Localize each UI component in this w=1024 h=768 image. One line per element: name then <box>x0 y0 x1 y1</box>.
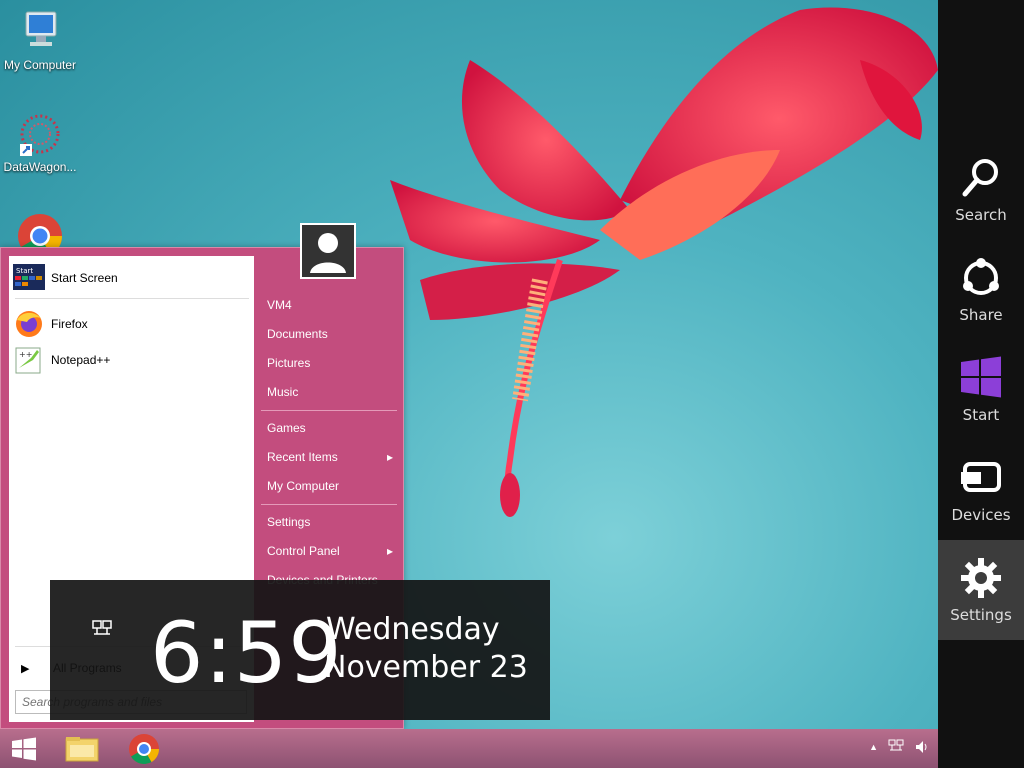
search-icon <box>959 156 1003 200</box>
places-item-label: Games <box>267 421 306 435</box>
firefox-icon <box>13 310 45 338</box>
pinned-item-label: Firefox <box>51 317 88 331</box>
places-item-label: Pictures <box>267 356 311 370</box>
pinned-item-notepad-plus-plus[interactable]: ++ Notepad++ <box>13 344 249 376</box>
pinned-item-start-screen[interactable]: Start Start Screen <box>13 262 249 294</box>
charm-start[interactable]: Start <box>938 340 1024 440</box>
charm-label: Search <box>955 206 1007 224</box>
windows-logo-icon <box>959 356 1003 400</box>
submenu-arrow-icon: ▸ <box>386 450 393 464</box>
charm-label: Share <box>959 306 1003 324</box>
charm-label: Start <box>962 406 1000 424</box>
show-hidden-icons-icon[interactable]: ▲ <box>869 742 878 752</box>
pinned-item-label: Notepad++ <box>51 353 111 367</box>
computer-icon <box>16 8 64 56</box>
places-item-label: Settings <box>267 515 311 529</box>
places-item-games[interactable]: Games <box>267 416 399 440</box>
pinned-item-firefox[interactable]: Firefox <box>13 308 249 340</box>
network-icon <box>92 620 112 635</box>
places-item-label: Control Panel <box>267 544 340 558</box>
places-item-settings[interactable]: Settings <box>267 510 399 534</box>
places-item-documents[interactable]: Documents <box>267 322 399 346</box>
volume-icon[interactable] <box>914 739 930 755</box>
places-item-recent-items[interactable]: Recent Items ▸ <box>267 445 399 469</box>
charm-search[interactable]: Search <box>938 140 1024 240</box>
devices-icon <box>959 456 1003 500</box>
submenu-arrow-icon: ▸ <box>386 544 393 558</box>
pinned-item-label: Start Screen <box>51 271 118 285</box>
chrome-icon <box>129 734 159 765</box>
windows-start-icon <box>12 737 36 761</box>
places-item-label: Recent Items <box>267 450 338 464</box>
network-icon[interactable] <box>888 739 904 755</box>
share-icon <box>959 256 1003 300</box>
charm-settings[interactable]: Settings <box>938 540 1024 640</box>
places-item-label: Documents <box>267 327 328 341</box>
user-avatar[interactable] <box>300 223 356 279</box>
gear-icon <box>959 556 1003 600</box>
separator <box>15 298 249 299</box>
expand-arrow-icon: ▶ <box>21 662 30 675</box>
taskbar: ▲ <box>0 729 938 768</box>
desktop-icon-label: DataWagon... <box>3 160 77 174</box>
clock-day: Wednesday <box>326 612 500 647</box>
taskbar-file-explorer[interactable] <box>60 731 104 767</box>
charm-share[interactable]: Share <box>938 240 1024 340</box>
file-explorer-icon <box>65 737 99 762</box>
lock-clock-overlay: 6:59 Wednesday November 23 <box>50 580 550 720</box>
svg-text:++: ++ <box>19 350 32 359</box>
charm-label: Settings <box>950 606 1012 624</box>
places-item-my-computer[interactable]: My Computer <box>267 474 399 498</box>
separator <box>261 504 397 505</box>
notepad-plus-plus-icon: ++ <box>13 346 45 374</box>
places-item-music[interactable]: Music <box>267 380 399 404</box>
desktop-icon-datawagon[interactable]: DataWagon... <box>0 110 80 174</box>
start-screen-icon: Start <box>13 264 45 292</box>
charm-devices[interactable]: Devices <box>938 440 1024 540</box>
taskbar-chrome[interactable] <box>122 731 166 767</box>
places-item-label: Music <box>267 385 299 399</box>
places-item-vm4[interactable]: VM4 <box>267 293 399 317</box>
desktop-icon-my-computer[interactable]: My Computer <box>0 8 80 72</box>
clock-time: 6:59 <box>150 604 343 702</box>
svg-text:Start: Start <box>16 267 33 275</box>
clock-date: November 23 <box>324 650 528 685</box>
system-tray: ▲ <box>869 739 930 755</box>
places-item-control-panel[interactable]: Control Panel ▸ <box>267 539 399 563</box>
datawagon-icon <box>16 110 64 158</box>
user-icon <box>302 225 354 277</box>
places-item-label: My Computer <box>267 479 340 493</box>
places-item-label: VM4 <box>267 298 292 312</box>
charm-label: Devices <box>951 506 1011 524</box>
charms-bar: Search Share Start Devices Settings <box>938 0 1024 768</box>
start-button[interactable] <box>2 731 46 767</box>
places-item-pictures[interactable]: Pictures <box>267 351 399 375</box>
desktop-icon-label: My Computer <box>3 58 77 72</box>
separator <box>261 410 397 411</box>
